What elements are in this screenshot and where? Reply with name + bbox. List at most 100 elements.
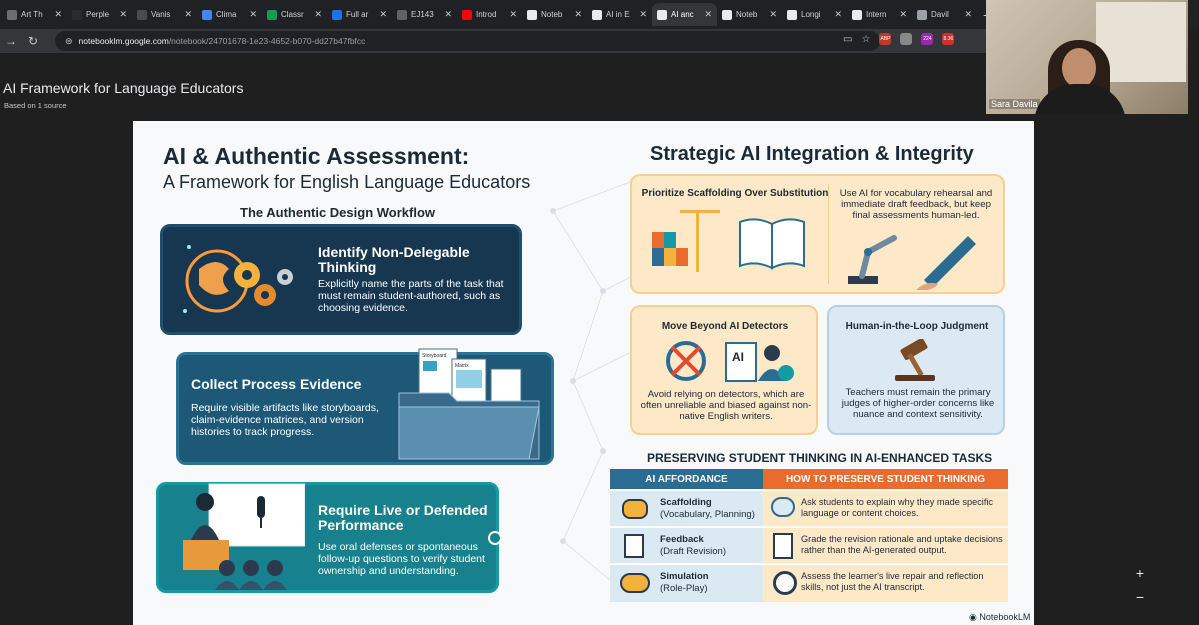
tab-label: Introd: [476, 10, 497, 19]
browser-tab[interactable]: AI in E ✕: [587, 3, 652, 26]
tab-label: Longi: [801, 10, 821, 19]
tab-close-icon[interactable]: ✕: [964, 9, 972, 20]
tab-label: Full ar: [346, 10, 369, 19]
table-row-affordance: Feedback (Draft Revision): [610, 527, 763, 563]
table-header-preserve: HOW TO PRESERVE STUDENT THINKING: [763, 469, 1008, 489]
presenter-podium-icon: [183, 483, 305, 590]
tab-close-icon[interactable]: ✕: [509, 9, 517, 20]
tab-favicon-icon: [137, 9, 147, 20]
extension-badge-icon[interactable]: 224: [921, 33, 934, 45]
infographic-slide: AI & Authentic Assessment: A Framework f…: [133, 121, 1034, 625]
workflow-title: The Authentic Design Workflow: [240, 205, 436, 220]
tab-close-icon[interactable]: ✕: [444, 9, 452, 20]
box2-title: Move Beyond AI Detectors: [661, 321, 789, 332]
tab-close-icon[interactable]: ✕: [54, 9, 62, 20]
forward-icon[interactable]: →: [0, 34, 22, 48]
tab-label: AI anc: [671, 10, 694, 19]
tab-close-icon[interactable]: ✕: [639, 9, 647, 20]
row-desc: Assess the learner's live repair and ref…: [801, 571, 984, 592]
tab-close-icon[interactable]: ✕: [899, 9, 907, 20]
tab-label: Noteb: [541, 10, 563, 19]
notebooklm-brand: ◉ NotebookLM: [969, 612, 1030, 623]
box1-body: Use AI for vocabulary rehearsal and imme…: [839, 188, 993, 221]
affordance-table: AI AFFORDANCE HOW TO PRESERVE STUDENT TH…: [610, 469, 1008, 604]
slide-subtitle: A Framework for English Language Educato…: [163, 172, 531, 192]
bookmark-star-icon[interactable]: ☆: [861, 34, 870, 45]
page-title: AI Framework for Language Educators: [3, 80, 244, 96]
timer-extension-icon[interactable]: 8.36: [942, 33, 955, 45]
card1-body: Explicitly name the parts of the task th…: [318, 278, 504, 314]
table-header-affordance: AI AFFORDANCE: [610, 469, 763, 489]
browser-tab[interactable]: Classr ✕: [262, 3, 327, 26]
browser-tab[interactable]: Noteb ✕: [717, 3, 782, 26]
tab-close-icon[interactable]: ✕: [704, 9, 712, 20]
webcam-overlay: Sara Davila: [986, 0, 1188, 114]
tab-favicon-icon: [657, 9, 667, 20]
document-pencil-icon: [624, 534, 644, 558]
box3-title: Human-in-the-Loop Judgment: [845, 321, 989, 332]
card2-title: Collect Process Evidence: [191, 376, 362, 392]
tab-close-icon[interactable]: ✕: [314, 9, 322, 20]
browser-tab[interactable]: Davil ✕: [912, 3, 977, 26]
tab-close-icon[interactable]: ✕: [119, 9, 127, 20]
row-desc: Ask students to explain why they made sp…: [801, 497, 994, 518]
page-subtitle: Based on 1 source: [4, 101, 67, 110]
browser-tab[interactable]: Noteb ✕: [522, 3, 587, 26]
tab-favicon-icon: [267, 9, 277, 20]
box3-body: Teachers must remain the primary judges …: [841, 387, 995, 420]
site-info-icon[interactable]: ⊜: [65, 36, 73, 47]
zoom-in-button[interactable]: +: [1131, 561, 1149, 585]
tab-close-icon[interactable]: ✕: [249, 9, 257, 20]
tab-label: Intern: [866, 10, 887, 19]
robot-arm-pen-icon: [848, 235, 976, 290]
tab-close-icon[interactable]: ✕: [574, 9, 582, 20]
magnifier-person-icon: [773, 571, 797, 595]
browser-tab[interactable]: Perple ✕: [67, 3, 132, 26]
url-path: /notebook/24701678-1e23-4652-b070-dd27b4…: [168, 36, 366, 46]
table-row-affordance: Simulation (Role-Play): [610, 564, 763, 602]
card2-body: Require visible artifacts like storyboar…: [191, 402, 379, 438]
tab-favicon-icon: [7, 9, 17, 20]
brand-label: NotebookLM: [979, 612, 1031, 622]
tab-favicon-icon: [462, 9, 472, 20]
tab-close-icon[interactable]: ✕: [834, 9, 842, 20]
browser-tab[interactable]: AI anc ✕: [652, 3, 717, 26]
zoom-out-button[interactable]: −: [1131, 585, 1149, 609]
browser-tab[interactable]: Full ar ✕: [327, 3, 392, 26]
browser-tab[interactable]: Art Th ✕: [2, 3, 67, 26]
right-title: Strategic AI Integration & Integrity: [650, 143, 974, 165]
adblock-extension-icon[interactable]: ABP: [879, 33, 892, 45]
address-bar[interactable]: ⊜ notebooklm.google.com /notebook/247016…: [55, 31, 880, 51]
cast-icon[interactable]: ▭: [843, 34, 852, 45]
tab-favicon-icon: [332, 9, 342, 20]
browser-tab[interactable]: EJ143 ✕: [392, 3, 457, 26]
browser-tab[interactable]: Intern ✕: [847, 3, 912, 26]
table-title: PRESERVING STUDENT THINKING IN AI-ENHANC…: [647, 451, 993, 465]
tab-close-icon[interactable]: ✕: [184, 9, 192, 20]
tab-label: Art Th: [21, 10, 43, 19]
notebooklm-logo-icon: ◉: [969, 612, 980, 622]
storyboard-doc-label: Storyboard: [422, 353, 447, 359]
tab-close-icon[interactable]: ✕: [379, 9, 387, 20]
extension-icon[interactable]: [900, 33, 913, 45]
card3-title: Require Live or Defended Performance: [318, 502, 488, 533]
webcam-name: Sara Davila: [989, 99, 1040, 109]
reload-icon[interactable]: ↻: [22, 34, 44, 48]
tab-close-icon[interactable]: ✕: [769, 9, 777, 20]
browser-tab[interactable]: Clima ✕: [197, 3, 262, 26]
gavel-icon: [895, 339, 935, 381]
speech-bubble-icon: [622, 499, 648, 519]
row-name: Scaffolding: [660, 497, 712, 508]
tab-label: Noteb: [736, 10, 758, 19]
tab-favicon-icon: [917, 9, 927, 20]
clipboard-icon: [773, 533, 793, 559]
row-sub: (Role-Play): [660, 583, 708, 594]
card-non-delegable-thinking: Identify Non-Delegable Thinking Explicit…: [160, 224, 522, 335]
browser-tab[interactable]: Introd ✕: [457, 3, 522, 26]
tab-label: Davil: [931, 10, 949, 19]
card-live-performance: Require Live or Defended Performance Use…: [156, 482, 499, 593]
browser-tab[interactable]: Longi ✕: [782, 3, 847, 26]
browser-tab[interactable]: Vanis ✕: [132, 3, 197, 26]
brain-gears-icon: [183, 245, 293, 313]
url-host: notebooklm.google.com: [78, 36, 169, 46]
